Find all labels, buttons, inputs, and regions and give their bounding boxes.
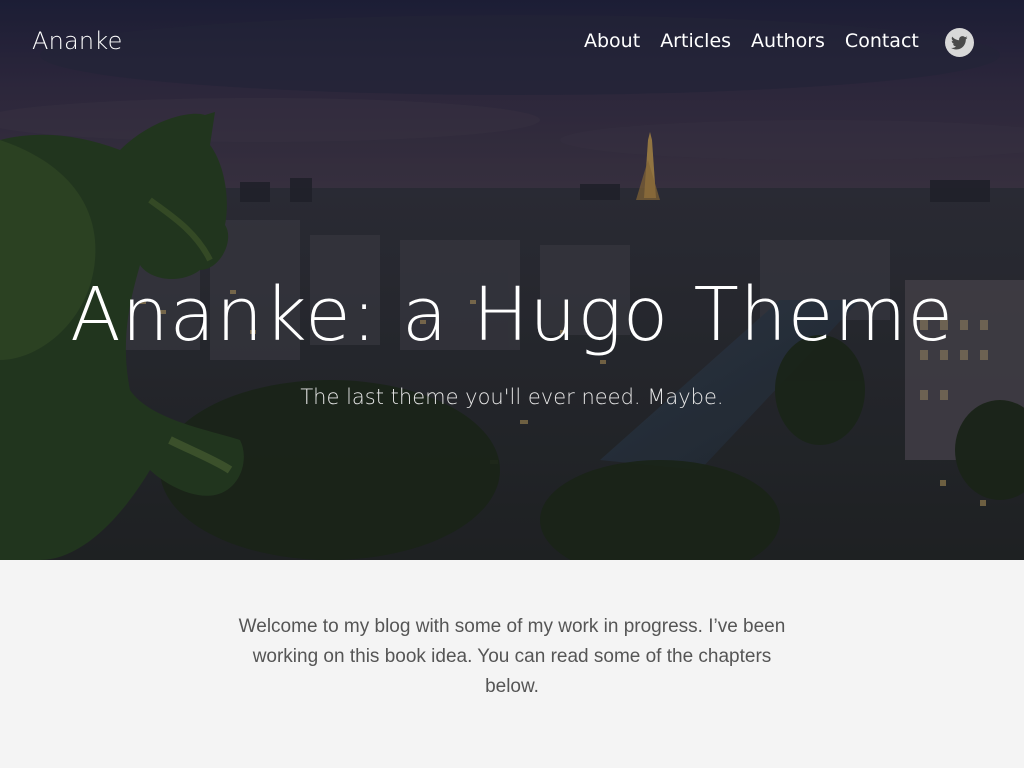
main-nav: About Articles Authors Contact <box>584 30 919 52</box>
nav-item-about[interactable]: About <box>584 30 640 52</box>
nav-item-authors[interactable]: Authors <box>751 30 825 52</box>
twitter-bird-icon <box>951 35 968 49</box>
twitter-icon[interactable] <box>945 28 974 57</box>
hero-title: Ananke: a Hugo Theme <box>70 272 954 358</box>
top-navigation-bar: Ananke About Articles Authors Contact <box>0 0 1024 86</box>
nav-item-articles[interactable]: Articles <box>660 30 731 52</box>
intro-paragraph: Welcome to my blog with some of my work … <box>238 616 786 697</box>
hero-subtitle: The last theme you'll ever need. Maybe. <box>300 385 724 409</box>
hero-banner: Ananke About Articles Authors Contact An… <box>0 0 1024 560</box>
site-title-link[interactable]: Ananke <box>32 27 123 55</box>
nav-item-contact[interactable]: Contact <box>845 30 919 52</box>
